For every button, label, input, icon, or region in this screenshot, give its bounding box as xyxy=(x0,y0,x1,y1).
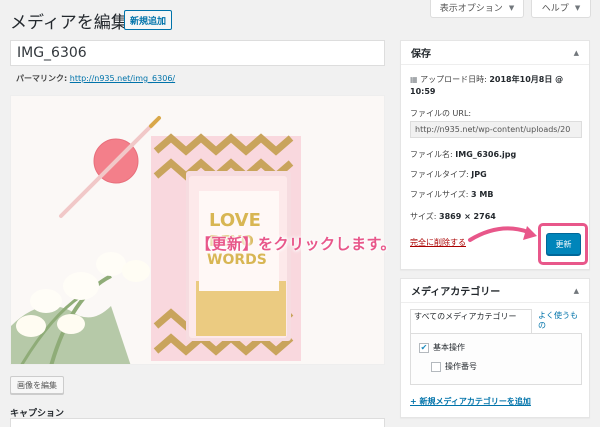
media-category-heading: メディアカテゴリー xyxy=(411,287,501,298)
upload-date: 2018年10月8日 @ xyxy=(489,75,564,84)
file-type-label: ファイルタイプ: xyxy=(410,170,469,179)
permalink-link[interactable]: http://n935.net/img_6306/ xyxy=(70,74,175,83)
category-item[interactable]: ✔ 基本操作 xyxy=(419,342,465,353)
permalink-label: パーマリンク: xyxy=(16,74,68,83)
checkmark-icon[interactable]: ✔ xyxy=(419,342,429,353)
upload-time: 10:59 xyxy=(410,87,436,96)
triangle-up-icon[interactable]: ▲ xyxy=(574,287,579,295)
category-item[interactable]: 操作番号 xyxy=(431,361,477,372)
photo-illustration: LOVE BEYO WORDS xyxy=(11,96,384,364)
file-url-input[interactable] xyxy=(410,121,582,138)
file-size-label: ファイルサイズ: xyxy=(410,190,469,199)
help-tab[interactable]: ヘルプ ▼ xyxy=(531,0,591,18)
checkbox-empty[interactable] xyxy=(431,361,441,372)
tab-all-categories[interactable]: すべてのメディアカテゴリー xyxy=(410,309,532,333)
page-title: メディアを編集 xyxy=(10,13,128,33)
image-text-words: WORDS xyxy=(207,252,267,268)
file-size-value: 3 MB xyxy=(471,190,494,199)
media-category-box: メディアカテゴリー ▲ すべてのメディアカテゴリー よく使うもの ✔ 基本操作 … xyxy=(400,278,590,418)
edit-image-button[interactable]: 画像を編集 xyxy=(10,376,64,394)
upload-date-row: ▦ アップロード日時: 2018年10月8日 @ 10:59 xyxy=(410,74,585,98)
file-type-row: ファイルタイプ: JPG xyxy=(410,169,487,180)
callout-text: 【更新】をクリックします。 xyxy=(196,235,397,253)
tab-popular-categories[interactable]: よく使うもの xyxy=(538,311,582,331)
dimensions-label: サイズ: xyxy=(410,212,437,221)
category-label: 操作番号 xyxy=(445,362,477,371)
file-size-row: ファイルサイズ: 3 MB xyxy=(410,189,493,200)
file-name-label: ファイル名: xyxy=(410,150,453,159)
delete-permanently-link[interactable]: 完全に削除する xyxy=(410,237,466,248)
file-name-row: ファイル名: IMG_6306.jpg xyxy=(410,149,516,160)
attachment-image: LOVE BEYO WORDS xyxy=(10,95,385,365)
publish-box-header[interactable]: 保存 ▲ xyxy=(401,41,589,65)
title-input[interactable] xyxy=(10,40,385,66)
triangle-up-icon[interactable]: ▲ xyxy=(574,49,579,57)
upload-label: アップロード日時: xyxy=(420,75,487,84)
image-text-love: LOVE xyxy=(209,210,261,231)
category-checklist: ✔ 基本操作 操作番号 xyxy=(410,333,582,385)
screen-options-label: 表示オプション xyxy=(439,4,503,14)
publish-heading: 保存 xyxy=(411,49,431,60)
update-button[interactable]: 更新 xyxy=(546,233,581,255)
add-new-button[interactable]: 新規追加 xyxy=(124,10,173,30)
help-label: ヘルプ xyxy=(541,4,569,14)
permalink: パーマリンク: http://n935.net/img_6306/ xyxy=(16,73,175,84)
media-category-header[interactable]: メディアカテゴリー ▲ xyxy=(401,279,589,303)
category-label: 基本操作 xyxy=(433,343,465,352)
screen-options-tab[interactable]: 表示オプション ▼ xyxy=(430,0,524,18)
caret-down-icon: ▼ xyxy=(508,3,515,12)
file-name-value: IMG_6306.jpg xyxy=(455,150,517,159)
file-type-value: JPG xyxy=(471,170,487,179)
category-tabs: すべてのメディアカテゴリー よく使うもの xyxy=(410,309,582,333)
caret-down-icon: ▼ xyxy=(574,3,581,12)
dimensions-value: 3869 × 2764 xyxy=(439,212,496,221)
dimensions-row: サイズ: 3869 × 2764 xyxy=(410,211,496,222)
calendar-icon: ▦ xyxy=(410,75,418,84)
file-url-label: ファイルの URL: xyxy=(410,109,472,118)
caption-textarea[interactable] xyxy=(10,418,385,427)
add-media-category-link[interactable]: + 新規メディアカテゴリーを追加 xyxy=(410,396,531,407)
